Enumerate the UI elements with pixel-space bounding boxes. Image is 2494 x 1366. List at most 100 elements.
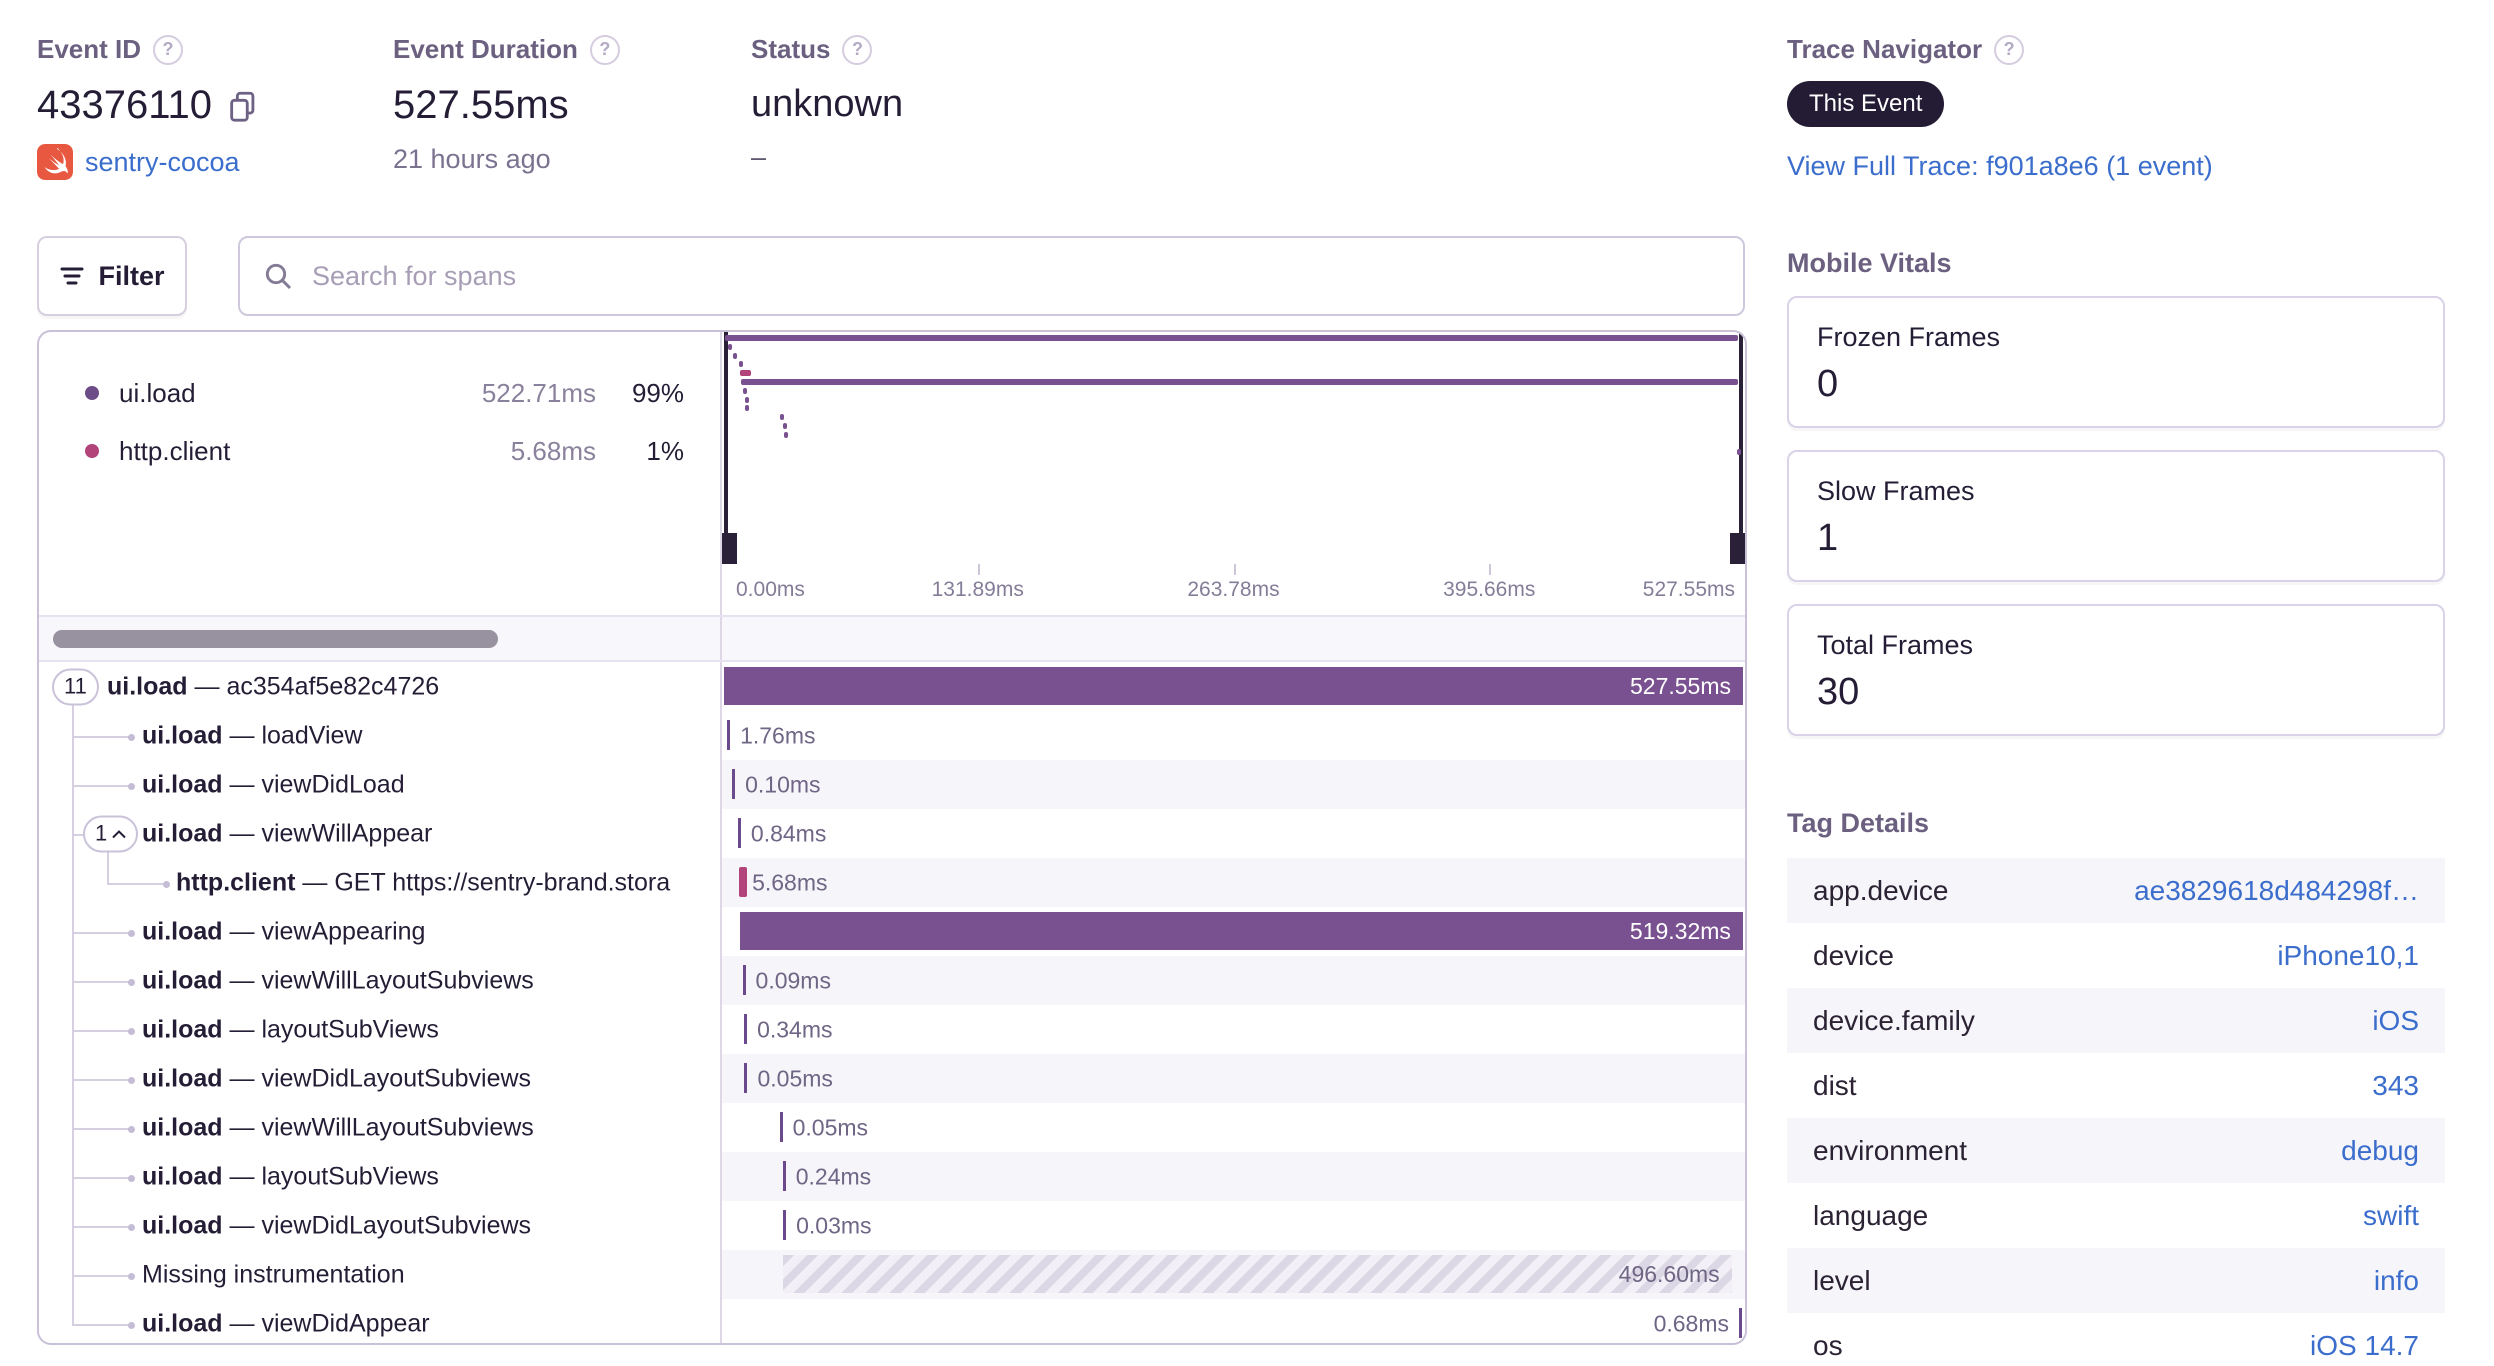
minimap-right-handle[interactable] bbox=[1730, 533, 1745, 564]
event-trace-page: Event ID ? 43376110 sentry-cocoa Event D… bbox=[0, 0, 2494, 1366]
mobile-vitals-heading: Mobile Vitals bbox=[1787, 248, 1952, 278]
trace-minimap[interactable]: 0.00ms 131.89ms 263.78ms 395.66ms 527.55… bbox=[722, 332, 1745, 615]
span-duration-tick bbox=[1739, 1308, 1742, 1338]
event-duration-value: 527.55ms bbox=[393, 83, 569, 127]
tag-key: os bbox=[1813, 1329, 1843, 1361]
status-value: unknown bbox=[751, 83, 904, 125]
span-duration-tick bbox=[783, 1210, 787, 1240]
tag-value-link[interactable]: iOS 14.7 bbox=[2310, 1330, 2419, 1362]
tag-value-link[interactable]: debug bbox=[2341, 1135, 2419, 1167]
minimap-span-mark bbox=[733, 352, 738, 359]
search-input[interactable] bbox=[238, 236, 1745, 316]
span-duration-tick bbox=[727, 720, 731, 750]
minimap-span-mark bbox=[743, 387, 748, 394]
tag-details-heading: Tag Details bbox=[1787, 808, 1930, 838]
minimap-span-mark bbox=[725, 335, 1738, 341]
tag-value-link[interactable]: 343 bbox=[2372, 1070, 2419, 1102]
span-duration-tick bbox=[744, 1063, 748, 1093]
filter-icon bbox=[60, 267, 84, 285]
span-duration-label: 5.68ms bbox=[752, 869, 828, 895]
tag-key: level bbox=[1813, 1264, 1871, 1296]
missing-instrumentation-bar[interactable]: 496.60ms bbox=[783, 1255, 1732, 1293]
vital-label: Frozen Frames bbox=[1817, 322, 2001, 352]
span-search bbox=[238, 236, 1745, 316]
tag-row: environment debug bbox=[1787, 1118, 2445, 1183]
span-row[interactable]: ui.load — viewAppearing 519.32ms bbox=[39, 907, 1745, 956]
span-duration-tick bbox=[779, 1112, 783, 1142]
minimap-left-handle[interactable] bbox=[722, 533, 737, 564]
span-duration-tick bbox=[742, 965, 746, 995]
span-row[interactable]: ui.load — viewWillLayoutSubviews 0.09ms bbox=[39, 956, 1745, 1005]
event-id-label-row: Event ID ? bbox=[37, 34, 260, 65]
ui-load-dot-icon bbox=[85, 386, 99, 400]
trace-navigator-help-icon[interactable]: ? bbox=[1994, 34, 2025, 65]
collapse-children-badge[interactable]: 1 bbox=[83, 815, 139, 852]
span-duration-label: 0.05ms bbox=[757, 1065, 833, 1091]
trace-navigator-label: Trace Navigator bbox=[1787, 34, 1983, 64]
span-row[interactable]: ui.load — layoutSubViews 0.34ms bbox=[39, 1005, 1745, 1054]
minimap-span-mark bbox=[780, 414, 785, 421]
minimap-span-mark bbox=[740, 379, 1738, 385]
span-duration-label: 0.84ms bbox=[750, 820, 827, 846]
span-duration-label: 0.05ms bbox=[792, 1114, 869, 1140]
tag-key: device bbox=[1813, 939, 1894, 971]
tag-value-link[interactable]: info bbox=[2374, 1265, 2419, 1297]
minimap-span-mark bbox=[783, 431, 788, 438]
span-children-count-badge[interactable]: 11 bbox=[52, 668, 99, 705]
tag-value-link[interactable]: swift bbox=[2363, 1200, 2419, 1232]
span-row[interactable]: ui.load — layoutSubViews 0.24ms bbox=[39, 1152, 1745, 1201]
span-duration-tick bbox=[737, 818, 741, 848]
span-duration-label: 0.68ms bbox=[1653, 1310, 1729, 1336]
tag-value-link[interactable]: iOS bbox=[2372, 1005, 2419, 1037]
span-duration-bar[interactable]: 527.55ms bbox=[724, 667, 1743, 705]
axis-label: 263.78ms bbox=[1187, 577, 1280, 601]
span-row[interactable]: 11 ui.load — ac354af5e82c4726 527.55ms bbox=[39, 662, 1745, 711]
event-time-ago: 21 hours ago bbox=[393, 144, 551, 174]
span-row[interactable]: ui.load — viewDidLayoutSubviews 0.05ms bbox=[39, 1054, 1745, 1103]
event-duration-section: Event Duration ? 527.55ms 21 hours ago bbox=[393, 34, 620, 175]
span-row[interactable]: ui.load — viewWillLayoutSubviews 0.05ms bbox=[39, 1103, 1745, 1152]
span-row[interactable]: 1 ui.load — viewWillAppear 0.84ms bbox=[39, 809, 1745, 858]
vital-value: 0 bbox=[1817, 363, 1839, 405]
legend-row-http-client[interactable]: http.client 5.68ms 1% bbox=[39, 422, 720, 480]
minimap-span-mark bbox=[744, 396, 749, 403]
span-duration-bar[interactable]: 519.32ms bbox=[739, 912, 1743, 950]
time-axis: 0.00ms 131.89ms 263.78ms 395.66ms 527.55… bbox=[722, 564, 1745, 615]
tag-row: level info bbox=[1787, 1248, 2445, 1313]
legend-row-ui-load[interactable]: ui.load 522.71ms 99% bbox=[39, 364, 720, 422]
minimap-span-mark bbox=[738, 361, 743, 368]
span-tree: 11 ui.load — ac354af5e82c4726 527.55ms u… bbox=[39, 662, 1745, 1343]
span-duration-tick bbox=[744, 1014, 748, 1044]
tag-value-link[interactable]: ae3829618d484298f… bbox=[2134, 875, 2419, 907]
minimap-left-selection-line[interactable] bbox=[724, 332, 728, 564]
vital-label: Slow Frames bbox=[1817, 476, 1975, 506]
filter-button-label: Filter bbox=[98, 260, 165, 291]
minimap-right-selection-line[interactable] bbox=[1739, 332, 1743, 564]
this-event-badge[interactable]: This Event bbox=[1787, 81, 1945, 127]
minimap-span-mark bbox=[745, 405, 750, 412]
axis-label: 0.00ms bbox=[736, 577, 805, 601]
minimap-span-mark bbox=[1736, 449, 1741, 456]
tree-guide-line bbox=[72, 704, 74, 1326]
span-row[interactable]: http.client — GET https://sentry-brand.s… bbox=[39, 858, 1745, 907]
tag-row: app.device ae3829618d484298f… bbox=[1787, 858, 2445, 923]
span-row[interactable]: ui.load — viewDidLoad 0.10ms bbox=[39, 760, 1745, 809]
span-row[interactable]: ui.load — viewDidLayoutSubviews 0.03ms bbox=[39, 1201, 1745, 1250]
span-row[interactable]: ui.load — loadView 1.76ms bbox=[39, 711, 1745, 760]
event-duration-help-icon[interactable]: ? bbox=[589, 34, 620, 65]
minimap-canvas[interactable] bbox=[722, 332, 1745, 564]
tag-value-link[interactable]: iPhone10,1 bbox=[2277, 940, 2419, 972]
copy-event-id-button[interactable] bbox=[226, 89, 260, 123]
span-duration-tick bbox=[739, 867, 748, 897]
project-link[interactable]: sentry-cocoa bbox=[85, 147, 240, 178]
event-duration-label: Event Duration bbox=[393, 34, 578, 64]
status-help-icon[interactable]: ? bbox=[842, 34, 873, 65]
event-id-help-icon[interactable]: ? bbox=[153, 34, 184, 65]
span-row[interactable]: ui.load — viewDidAppear 0.68ms bbox=[39, 1299, 1745, 1343]
filter-button[interactable]: Filter bbox=[37, 236, 187, 316]
horizontal-scrollbar-thumb[interactable] bbox=[53, 630, 498, 648]
view-full-trace-link[interactable]: View Full Trace: f901a8e6 (1 event) bbox=[1787, 151, 2213, 181]
span-row-missing-instrumentation[interactable]: Missing instrumentation 496.60ms bbox=[39, 1250, 1745, 1299]
trace-navigator-section: Trace Navigator ? This Event View Full T… bbox=[1787, 34, 2213, 182]
status-section: Status ? unknown – bbox=[751, 34, 903, 173]
